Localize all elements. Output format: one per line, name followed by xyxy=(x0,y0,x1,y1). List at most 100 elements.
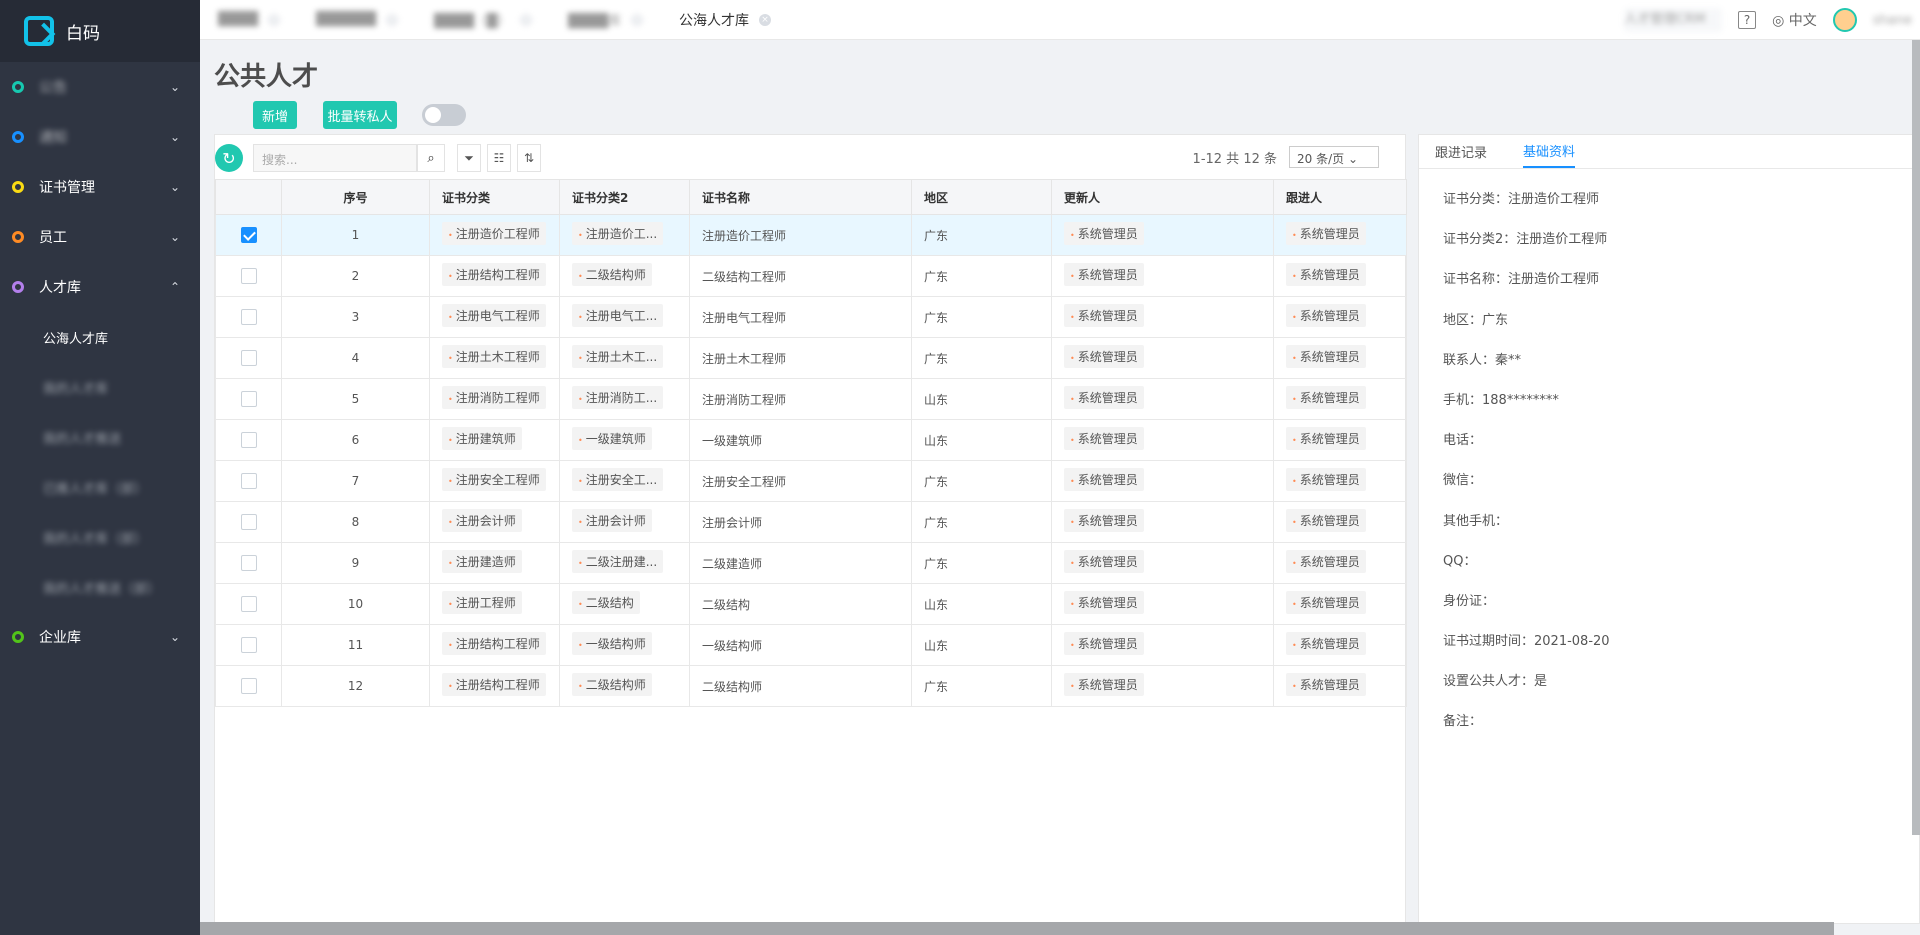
column-settings-icon[interactable]: ☷ xyxy=(487,144,511,172)
submenu-item-1[interactable]: 我的人才库 xyxy=(0,362,200,412)
updater-tag: 系统管理员 xyxy=(1064,427,1144,450)
table-row[interactable]: 8注册会计师注册会计师注册会计师广东系统管理员系统管理员转私人 xyxy=(215,501,1407,543)
select-cell[interactable] xyxy=(215,296,282,338)
toggle-switch[interactable] xyxy=(422,104,466,126)
cat-cell: 注册建筑师 xyxy=(429,419,560,461)
select-cell[interactable] xyxy=(215,337,282,379)
column-header-6[interactable]: 跟进人 xyxy=(1273,179,1407,215)
submenu-item-3[interactable]: 已推人才库（部） xyxy=(0,462,200,512)
submenu-item-2[interactable]: 我的人才推送 xyxy=(0,412,200,462)
batch-transfer-button[interactable]: 批量转私人 xyxy=(323,101,397,129)
submenu-item-0[interactable]: 公海人才库 xyxy=(0,312,200,362)
cat2-tag: 一级建筑师 xyxy=(572,427,652,450)
sidebar-item-3[interactable]: 员工 ⌄ xyxy=(0,212,200,262)
filter-icon[interactable]: ⏷ xyxy=(457,144,481,172)
table-row[interactable]: 12注册结构工程师二级结构师二级结构师广东系统管理员系统管理员转私人 xyxy=(215,665,1407,707)
row-checkbox[interactable] xyxy=(240,555,257,571)
user-name[interactable]: shane xyxy=(1873,13,1912,28)
certificate-name: 二级结构工程师 xyxy=(689,255,912,297)
refresh-icon[interactable]: ↻ xyxy=(215,144,243,172)
language-selector[interactable]: ◎ 中文 xyxy=(1772,10,1817,30)
certificate-name: 注册造价工程师 xyxy=(689,214,912,256)
page-size-select[interactable]: 20 条/页 ⌄ xyxy=(1289,146,1379,168)
sidebar-item-1[interactable]: 通知 ⌄ xyxy=(0,112,200,162)
cat2-tag: 二级结构师 xyxy=(572,673,652,696)
new-button[interactable]: 新增 xyxy=(253,101,297,129)
search-icon[interactable]: ⌕ xyxy=(417,144,445,172)
close-icon[interactable]: × xyxy=(631,13,643,26)
sidebar-item-5[interactable]: 企业库 ⌄ xyxy=(0,612,200,662)
row-checkbox[interactable] xyxy=(240,637,257,653)
region: 广东 xyxy=(911,296,1052,338)
close-icon[interactable]: × xyxy=(268,13,280,26)
sidebar-item-label: 公告 xyxy=(39,80,67,96)
column-header-1[interactable]: 证书分类 xyxy=(429,179,560,215)
row-checkbox[interactable] xyxy=(240,268,257,284)
close-icon[interactable]: × xyxy=(386,13,398,26)
avatar[interactable] xyxy=(1832,8,1857,32)
horizontal-scrollbar[interactable] xyxy=(200,922,1834,935)
row-checkbox[interactable] xyxy=(240,309,257,325)
select-cell[interactable] xyxy=(215,214,282,256)
row-checkbox[interactable] xyxy=(240,678,257,694)
select-cell[interactable] xyxy=(215,665,282,707)
table-row[interactable]: 7注册安全工程师注册安全工...注册安全工程师广东系统管理员系统管理员转私人 xyxy=(215,460,1407,502)
select-cell[interactable] xyxy=(215,583,282,625)
row-checkbox[interactable] xyxy=(240,350,257,366)
tab-4[interactable]: 公海人才库 × xyxy=(661,0,789,40)
tab-3[interactable]: ████库 × xyxy=(550,0,661,40)
search-input[interactable]: 搜索... xyxy=(253,144,417,172)
table-row[interactable]: 4注册土木工程师注册土木工...注册土木工程师广东系统管理员系统管理员转私人 xyxy=(215,337,1407,379)
cat-cell: 注册造价工程师 xyxy=(429,214,560,256)
table-row[interactable]: 3注册电气工程师注册电气工...注册电气工程师广东系统管理员系统管理员转私人 xyxy=(215,296,1407,338)
sidebar-item-0[interactable]: 公告 ⌄ xyxy=(0,62,200,112)
sidebar-item-4[interactable]: 人才库 ⌃ xyxy=(0,262,200,312)
row-checkbox[interactable] xyxy=(240,391,257,407)
sort-icon[interactable]: ⇅ xyxy=(517,144,541,172)
panel-tab-1[interactable]: 基础资料 xyxy=(1523,134,1576,168)
updater-tag: 系统管理员 xyxy=(1064,263,1144,286)
table-row[interactable]: 10注册工程师二级结构二级结构山东系统管理员系统管理员转私人 xyxy=(215,583,1407,625)
vertical-scrollbar[interactable] xyxy=(1912,40,1920,835)
table-row[interactable]: 9注册建造师二级注册建...二级建造师广东系统管理员系统管理员转私人 xyxy=(215,542,1407,584)
row-checkbox[interactable] xyxy=(240,514,257,530)
brand[interactable]: 白码 xyxy=(0,0,200,62)
select-cell[interactable] xyxy=(215,501,282,543)
select-cell[interactable] xyxy=(215,255,282,297)
cat2-tag: 注册电气工... xyxy=(572,304,664,327)
select-cell[interactable] xyxy=(215,378,282,420)
sidebar-dot-icon xyxy=(12,181,24,193)
row-checkbox[interactable] xyxy=(240,227,257,243)
row-number: 1 xyxy=(281,214,430,256)
tab-1[interactable]: ██████ × xyxy=(298,0,416,40)
close-icon[interactable]: × xyxy=(759,13,771,26)
select-cell[interactable] xyxy=(215,542,282,584)
table-row[interactable]: 2注册结构工程师二级结构师二级结构工程师广东系统管理员系统管理员转私人 xyxy=(215,255,1407,297)
column-header-3[interactable]: 证书名称 xyxy=(689,179,912,215)
column-header-2[interactable]: 证书分类2 xyxy=(559,179,690,215)
help-icon[interactable]: ? xyxy=(1738,11,1757,29)
row-checkbox[interactable] xyxy=(240,596,257,612)
panel-tab-0[interactable]: 跟进记录 xyxy=(1435,134,1487,168)
select-cell[interactable] xyxy=(215,419,282,461)
row-checkbox[interactable] xyxy=(240,473,257,489)
row-checkbox[interactable] xyxy=(240,432,257,448)
table-row[interactable]: 11注册结构工程师一级结构师一级结构师山东系统管理员系统管理员转私人 xyxy=(215,624,1407,666)
table-row[interactable]: 6注册建筑师一级建筑师一级建筑师山东系统管理员系统管理员转私人 xyxy=(215,419,1407,461)
column-header-4[interactable]: 地区 xyxy=(911,179,1052,215)
close-icon[interactable]: × xyxy=(520,13,532,26)
submenu-item-4[interactable]: 我的人才库（部） xyxy=(0,512,200,562)
select-cell[interactable] xyxy=(215,624,282,666)
chevron-up-icon: ⌃ xyxy=(169,280,180,294)
select-cell[interactable] xyxy=(215,460,282,502)
table-panel: ↻ 搜索... ⌕ ⏷ ☷ ⇅ 1-12 共 12 条 20 条/页 ⌄ 序号证… xyxy=(214,134,1431,924)
cat2-cell: 注册安全工... xyxy=(559,460,690,502)
tab-0[interactable]: ████ × xyxy=(200,0,298,40)
table-row[interactable]: 5注册消防工程师注册消防工...注册消防工程师山东系统管理员系统管理员转私人 xyxy=(215,378,1407,420)
cat2-cell: 二级结构 xyxy=(559,583,690,625)
submenu-item-5[interactable]: 我的人才推送（部） xyxy=(0,562,200,612)
sidebar-item-2[interactable]: 证书管理 ⌄ xyxy=(0,162,200,212)
column-header-5[interactable]: 更新人 xyxy=(1051,179,1274,215)
tab-2[interactable]: ████（█） × xyxy=(416,0,550,40)
table-row[interactable]: 1注册造价工程师注册造价工...注册造价工程师广东系统管理员系统管理员转私人 xyxy=(215,214,1407,256)
